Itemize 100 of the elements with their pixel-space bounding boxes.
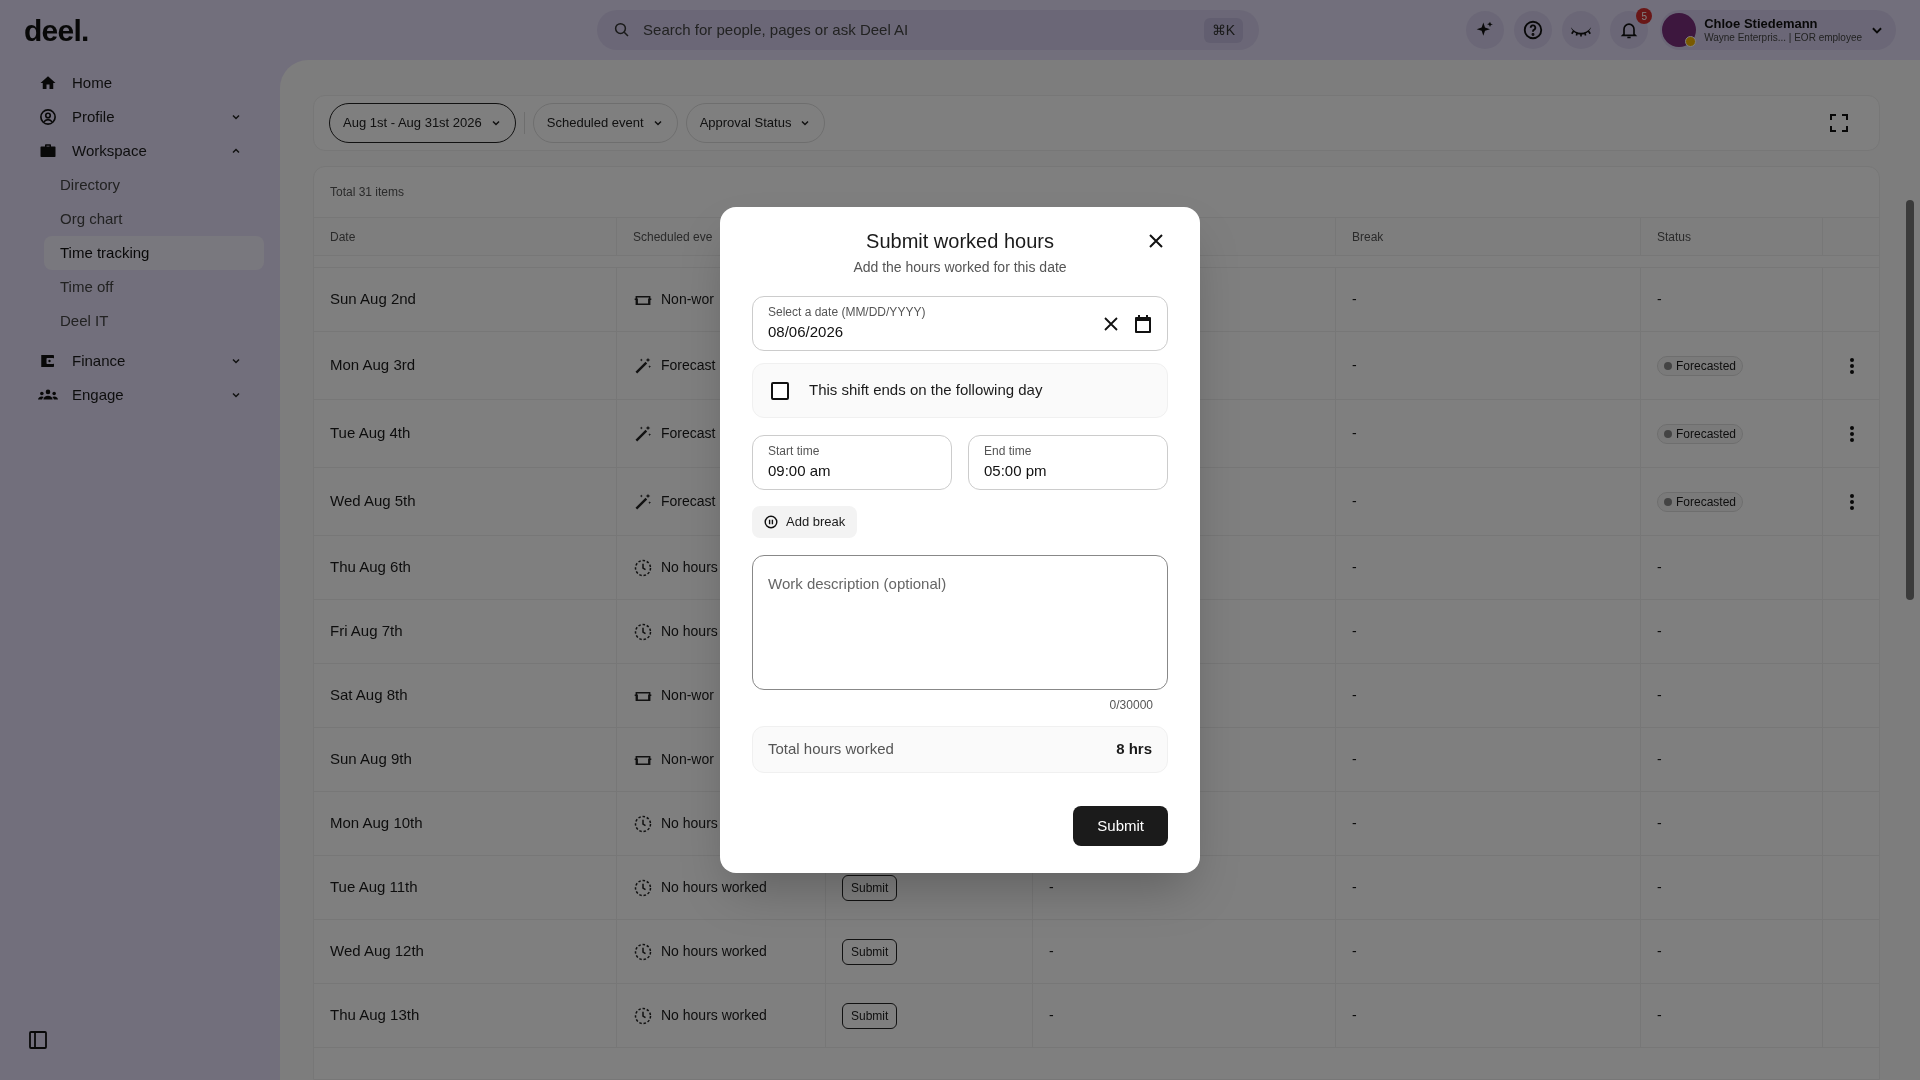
time-field[interactable]: Start time 09:00 am xyxy=(752,435,952,490)
break-cell-text: - xyxy=(1352,750,1357,769)
table-cell-text: - xyxy=(1049,878,1054,897)
pause-circle-icon xyxy=(764,515,778,529)
submit-button[interactable]: Submit xyxy=(842,938,898,965)
break-cell-text: - xyxy=(1352,1006,1357,1025)
clear-icon[interactable] xyxy=(1104,316,1118,331)
submit-button[interactable]: Submit xyxy=(842,1002,898,1029)
status-cell-text: - xyxy=(1657,814,1662,833)
dialog-subtitle: Add the hours worked for this date xyxy=(853,258,1067,277)
search-field[interactable]: Search for people, pages or ask Deel AI ⌘K xyxy=(597,10,1260,50)
calendar-icon[interactable] xyxy=(1134,314,1152,333)
date-cell-text: Mon Aug 10th xyxy=(330,813,423,834)
date-cell-text: Wed Aug 12th xyxy=(330,941,424,962)
status-cell-text: - xyxy=(1657,558,1662,577)
date-cell-text: Thu Aug 6th xyxy=(330,557,411,578)
sidebar-toggle-icon[interactable] xyxy=(28,1030,48,1050)
search-placeholder: Search for people, pages or ask Deel AI xyxy=(643,19,910,40)
field-label: End time xyxy=(984,443,1033,461)
closed-eye-button[interactable] xyxy=(1562,11,1601,49)
break-cell-text: - xyxy=(1352,686,1357,705)
status-cell-text: - xyxy=(1657,878,1662,897)
dashed-clock-icon xyxy=(633,941,653,962)
dashed-clock-icon xyxy=(633,621,653,642)
event-cell-text: No hours worked xyxy=(661,942,767,961)
description-field[interactable]: Work description (optional) xyxy=(752,555,1168,690)
table-cell-text: - xyxy=(1049,942,1054,961)
sidebar-item[interactable]: Profile xyxy=(28,100,252,134)
sidebar-subitem[interactable]: Deel IT xyxy=(44,304,264,338)
status-cell-text: - xyxy=(1657,290,1662,309)
date-value: 08/06/2026 xyxy=(768,322,845,343)
break-cell-text: - xyxy=(1352,814,1357,833)
total-value: 8 hrs xyxy=(1116,739,1152,760)
event-cell-text: Non-wor xyxy=(661,686,714,705)
sidebar-item[interactable]: Workspace xyxy=(28,134,252,168)
add-break-button[interactable]: Add break xyxy=(752,506,858,538)
time-field[interactable]: End time 05:00 pm xyxy=(968,435,1168,490)
status-cell-text: - xyxy=(1657,1006,1662,1025)
date-field[interactable]: Select a date (MM/DD/YYYY) 08/06/2026 xyxy=(752,296,1168,351)
event-cell-text: Forecast xyxy=(661,424,716,443)
briefcase-icon xyxy=(39,142,57,160)
dashed-clock-icon xyxy=(633,877,653,898)
more-options-icon[interactable] xyxy=(1849,356,1855,375)
break-cell-text: - xyxy=(1352,558,1357,577)
dashed-clock-icon xyxy=(633,1005,653,1026)
date-cell-text: Thu Aug 13th xyxy=(330,1005,420,1026)
status-cell-text: - xyxy=(1657,942,1662,961)
notification-count: 5 xyxy=(1636,8,1653,24)
sidebar-item[interactable]: Home xyxy=(28,66,252,100)
total-label: Total hours worked xyxy=(768,739,894,760)
sidebar-subitem[interactable]: Time off xyxy=(44,270,264,304)
checkbox[interactable] xyxy=(771,381,789,400)
table-cell-text: - xyxy=(1049,1006,1054,1025)
break-cell-text: - xyxy=(1352,356,1357,375)
more-options-icon[interactable] xyxy=(1849,492,1855,511)
column-header: Break xyxy=(1352,228,1384,246)
status-cell-text: - xyxy=(1657,686,1662,705)
help-button[interactable] xyxy=(1514,11,1553,49)
break-cell-text: - xyxy=(1352,290,1357,309)
column-header: Scheduled eve xyxy=(633,228,713,246)
fullscreen-icon[interactable] xyxy=(1829,113,1849,133)
dialog-title: Submit worked hours xyxy=(866,229,1054,254)
user-role: Wayne Enterpris... | EOR employee xyxy=(1704,31,1862,45)
sidebar-subitem[interactable]: Directory xyxy=(44,168,264,202)
notifications-button[interactable]: 5 xyxy=(1610,11,1649,49)
status-badge: Forecasted xyxy=(1657,355,1744,376)
logo[interactable]: deel. xyxy=(24,7,280,53)
break-cell-text: - xyxy=(1352,942,1357,961)
date-cell-text: Sat Aug 8th xyxy=(330,685,408,706)
submit-button[interactable]: Submit xyxy=(842,874,898,901)
user-circle-icon xyxy=(39,108,57,126)
time-value: 09:00 am xyxy=(768,461,832,482)
sidebar-subitem[interactable]: Time tracking xyxy=(44,236,264,270)
item-count: Total 31 items xyxy=(330,184,405,201)
event-cell-text: No hours xyxy=(661,814,718,833)
column-header: Status xyxy=(1657,228,1692,246)
sidebar-item[interactable]: Finance xyxy=(28,344,252,378)
column-header: Date xyxy=(330,228,356,246)
more-options-icon[interactable] xyxy=(1849,424,1855,443)
user-menu[interactable]: Chloe Stiedemann Wayne Enterpris... | EOR employee xyxy=(1660,10,1896,50)
event-cell-text: Forecast xyxy=(661,356,716,375)
event-cell-text: No hours xyxy=(661,558,718,577)
break-cell-text: - xyxy=(1352,424,1357,443)
checkbox-label: This shift ends on the following day xyxy=(809,380,1043,401)
status-cell-text: - xyxy=(1657,750,1662,769)
sidebar-item[interactable]: Engage xyxy=(28,378,252,412)
break-cell-text: - xyxy=(1352,622,1357,641)
sidebar-subitem[interactable]: Org chart xyxy=(44,202,264,236)
field-label: Start time xyxy=(768,443,821,461)
ai-sparkle-button[interactable] xyxy=(1466,11,1505,49)
event-cell-text: No hours xyxy=(661,622,718,641)
status-cell-text: - xyxy=(1657,622,1662,641)
event-cell-text: Non-wor xyxy=(661,290,714,309)
character-counter: 0/30000 xyxy=(1109,697,1153,714)
scrollbar[interactable] xyxy=(1906,200,1914,600)
status-badge: Forecasted xyxy=(1657,423,1744,444)
user-name: Chloe Stiedemann xyxy=(1704,15,1818,32)
status-badge: Forecasted xyxy=(1657,491,1744,512)
submit-button[interactable]: Submit xyxy=(1073,806,1168,846)
close-icon xyxy=(1148,233,1164,249)
